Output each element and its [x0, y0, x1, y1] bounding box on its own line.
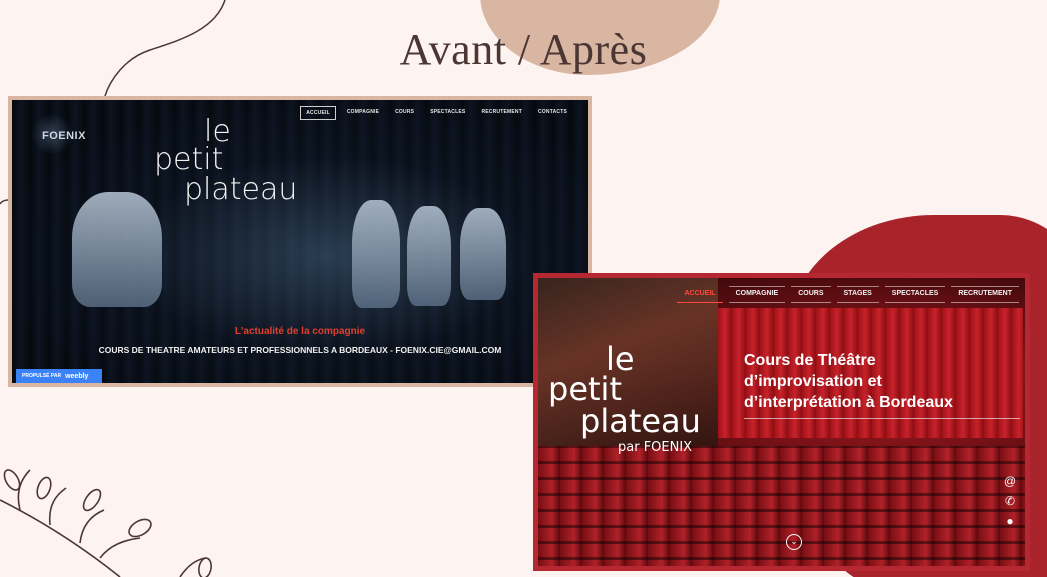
phone-icon[interactable]: ✆ [1003, 494, 1017, 508]
slide-title: Avant / Après [399, 25, 648, 74]
before-site-title: le petit plateau [154, 114, 324, 212]
weebly-badge-brand: weebly [65, 372, 89, 380]
before-nav-cours[interactable]: COURS [390, 106, 419, 120]
branch-illustration [0, 469, 212, 577]
after-nav-spectacles[interactable]: SPECTACLES [884, 286, 946, 303]
before-nav: ACCUEIL COMPAGNIE COURS SPECTACLES RECRU… [300, 106, 572, 120]
contact-icons: @ ✆ ● [1003, 474, 1017, 528]
after-headline: Cours de Théâtre d’improvisation et d’in… [744, 350, 1024, 413]
before-nav-compagnie[interactable]: COMPAGNIE [342, 106, 384, 120]
dancer-figure-3 [460, 208, 506, 300]
after-nav-cours[interactable]: COURS [791, 286, 831, 303]
after-headline-line3: d’interprétation à Bordeaux [744, 394, 953, 411]
after-website-screenshot: ACCUEIL COMPAGNIE COURS STAGES SPECTACLE… [538, 278, 1025, 566]
after-screenshot-frame: ACCUEIL COMPAGNIE COURS STAGES SPECTACLE… [533, 273, 1030, 571]
after-site-title: le petit plateau par FOENIX [548, 340, 718, 460]
before-screenshot-frame: FOENIX ACCUEIL COMPAGNIE COURS SPECTACLE… [8, 96, 592, 387]
before-website-screenshot: FOENIX ACCUEIL COMPAGNIE COURS SPECTACLE… [12, 100, 588, 383]
after-nav-compagnie[interactable]: COMPAGNIE [728, 286, 786, 303]
dancer-figure-1 [352, 200, 400, 308]
before-nav-recrutement[interactable]: RECRUTEMENT [476, 106, 527, 120]
after-headline-line2: d’improvisation et [744, 373, 882, 390]
dancer-figure-2 [407, 206, 451, 306]
chevron-down-icon[interactable]: ⌄ [786, 534, 802, 550]
after-nav-recrutement[interactable]: RECRUTEMENT [951, 286, 1019, 303]
after-nav: ACCUEIL COMPAGNIE COURS STAGES SPECTACLE… [677, 286, 1019, 303]
email-icon[interactable]: @ [1003, 474, 1017, 488]
after-title-line3: plateau [580, 402, 701, 440]
actor-figure-couple [72, 192, 162, 307]
after-headline-line1: Cours de Théâtre [744, 352, 876, 369]
before-news-heading: L'actualité de la compagnie [234, 326, 366, 337]
before-nav-spectacles[interactable]: SPECTACLES [425, 106, 470, 120]
after-title-byline: par FOENIX [618, 440, 693, 455]
headline-divider [744, 418, 1020, 419]
foenix-logo: FOENIX [42, 130, 86, 142]
before-subtitle: COURS DE THEATRE AMATEURS ET PROFESSIONN… [98, 345, 502, 355]
before-title-line3: plateau [184, 172, 298, 207]
after-nav-accueil[interactable]: ACCUEIL [677, 286, 723, 303]
weebly-badge-prefix: PROPULSÉ PAR [22, 373, 62, 379]
after-nav-stages[interactable]: STAGES [836, 286, 879, 303]
theatre-seats [538, 446, 1025, 566]
weebly-badge[interactable]: PROPULSÉ PAR weebly [16, 369, 102, 383]
before-nav-contacts[interactable]: CONTACTS [533, 106, 572, 120]
location-icon[interactable]: ● [1003, 514, 1017, 528]
